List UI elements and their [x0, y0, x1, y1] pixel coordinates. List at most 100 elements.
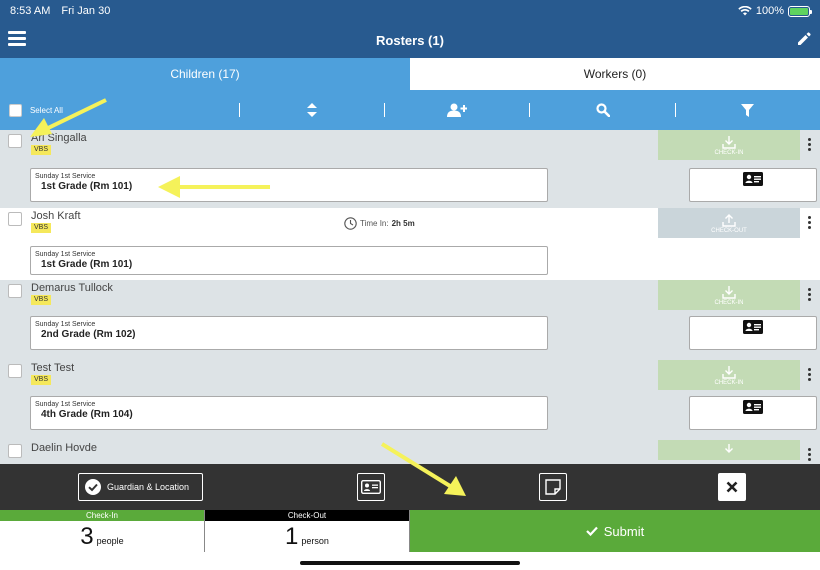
check-out-count-header: Check-Out: [205, 510, 409, 521]
room-name: 1st Grade (Rm 101): [41, 181, 133, 192]
id-card-print-button[interactable]: [357, 473, 385, 501]
row-checkbox[interactable]: [8, 212, 22, 226]
service-name: Sunday 1st Service: [35, 401, 96, 408]
upload-icon: [722, 213, 736, 227]
service-location-field[interactable]: Sunday 1st Service 1st Grade (Rm 101): [30, 168, 548, 202]
id-card-icon: [743, 172, 763, 186]
status-right: 100%: [738, 5, 812, 17]
service-name: Sunday 1st Service: [35, 321, 96, 328]
edit-pencil-icon[interactable]: [796, 31, 812, 47]
cancel-button[interactable]: [718, 473, 746, 501]
row-checkbox[interactable]: [8, 364, 22, 378]
guardian-location-label: Guardian & Location: [107, 482, 190, 492]
row-checkbox[interactable]: [8, 444, 22, 458]
bottom-action-bar: Guardian & Location: [0, 464, 820, 510]
add-user-icon: [447, 103, 468, 117]
id-card-icon: [743, 400, 763, 414]
check-in-label: CHECK-IN: [714, 379, 744, 386]
submit-button[interactable]: Submit: [410, 510, 820, 552]
guardian-location-button[interactable]: Guardian & Location: [78, 473, 203, 501]
room-name: 2nd Grade (Rm 102): [41, 329, 136, 340]
check-out-count-number: 1: [285, 523, 299, 550]
table-row: Test Test VBS CHECK-IN Sunday 1st Servic…: [0, 360, 820, 440]
time-in-label: Time In:: [360, 219, 389, 228]
vbs-badge: VBS: [31, 375, 52, 385]
more-options-icon[interactable]: [808, 216, 812, 229]
room-name: 1st Grade (Rm 101): [41, 259, 133, 270]
row-checkbox[interactable]: [8, 134, 22, 148]
close-icon: [726, 481, 738, 493]
clock-icon: [344, 217, 357, 230]
download-icon: [722, 285, 736, 299]
status-time-date: 8:53 AM Fri Jan 30: [10, 5, 118, 17]
add-person-button[interactable]: [385, 103, 529, 117]
check-in-label: CHECK-IN: [714, 149, 744, 156]
tab-children[interactable]: Children (17): [0, 58, 410, 90]
table-row: Ari Singalla VBS CHECK-IN Sunday 1st Ser…: [0, 130, 820, 208]
row-checkbox[interactable]: [8, 284, 22, 298]
sort-icon: [307, 103, 318, 117]
page-title: Rosters (1): [376, 32, 444, 48]
download-icon: [725, 444, 733, 453]
download-icon: [722, 365, 736, 379]
status-bar: 8:53 AM Fri Jan 30 100%: [0, 0, 820, 22]
note-button[interactable]: [539, 473, 567, 501]
service-location-field[interactable]: Sunday 1st Service 4th Grade (Rm 104): [30, 396, 548, 430]
check-out-button[interactable]: CHECK-OUT: [658, 208, 800, 238]
more-options-icon[interactable]: [808, 448, 812, 461]
id-card-icon: [361, 480, 381, 494]
home-indicator: [0, 552, 820, 570]
id-card-button[interactable]: [689, 316, 817, 350]
check-in-button[interactable]: [658, 440, 800, 460]
check-in-count: Check-In 3 people: [0, 510, 205, 552]
service-location-field[interactable]: Sunday 1st Service 1st Grade (Rm 101): [30, 246, 548, 275]
table-row: Josh Kraft VBS Time In: 2h 5m CHECK-OUT: [0, 208, 820, 280]
check-in-label: CHECK-IN: [714, 299, 744, 306]
wifi-icon: [738, 6, 752, 16]
check-circle-icon: [85, 479, 101, 495]
person-name[interactable]: Test Test: [31, 362, 74, 374]
hamburger-menu-icon[interactable]: [8, 31, 26, 47]
summary-bar: Check-In 3 people Check-Out 1 person Sub…: [0, 510, 820, 552]
search-button[interactable]: [530, 103, 674, 117]
more-options-icon[interactable]: [808, 288, 812, 301]
person-name[interactable]: Demarus Tullock: [31, 282, 113, 294]
select-all-checkbox[interactable]: [9, 103, 22, 117]
service-name: Sunday 1st Service: [35, 251, 96, 258]
check-in-count-unit: people: [96, 536, 124, 546]
check-in-button[interactable]: CHECK-IN: [658, 360, 800, 390]
service-name: Sunday 1st Service: [35, 173, 96, 180]
nav-bar: Rosters (1): [0, 22, 820, 58]
vbs-badge: VBS: [31, 145, 52, 155]
check-in-count-header: Check-In: [0, 510, 204, 521]
check-out-count: Check-Out 1 person: [205, 510, 410, 552]
id-card-icon: [743, 320, 763, 334]
sort-button[interactable]: [240, 103, 384, 117]
check-in-button[interactable]: CHECK-IN: [658, 280, 800, 310]
battery-icon: [788, 5, 812, 17]
more-options-icon[interactable]: [808, 138, 812, 151]
submit-label: Submit: [603, 523, 645, 539]
battery-percent: 100%: [755, 5, 784, 17]
filter-button[interactable]: [676, 103, 820, 117]
vbs-badge: VBS: [31, 295, 52, 305]
more-options-icon[interactable]: [808, 368, 812, 381]
check-out-count-unit: person: [301, 536, 329, 546]
table-row: Daelin Hovde: [0, 440, 820, 464]
time-in-value: 2h 5m: [391, 219, 415, 228]
check-in-button[interactable]: CHECK-IN: [658, 130, 800, 160]
note-icon: [545, 479, 561, 495]
person-name[interactable]: Ari Singalla: [31, 132, 87, 144]
vbs-badge: VBS: [31, 223, 52, 233]
filter-icon: [741, 103, 755, 117]
roster-list: Ari Singalla VBS CHECK-IN Sunday 1st Ser…: [0, 130, 820, 464]
room-name: 4th Grade (Rm 104): [41, 409, 133, 420]
service-location-field[interactable]: Sunday 1st Service 2nd Grade (Rm 102): [30, 316, 548, 350]
tab-workers[interactable]: Workers (0): [410, 58, 820, 90]
id-card-button[interactable]: [689, 168, 817, 202]
status-time: 8:53 AM: [10, 5, 51, 17]
check-out-label: CHECK-OUT: [711, 227, 747, 234]
id-card-button[interactable]: [689, 396, 817, 430]
person-name[interactable]: Daelin Hovde: [31, 442, 97, 454]
person-name[interactable]: Josh Kraft: [31, 210, 81, 222]
